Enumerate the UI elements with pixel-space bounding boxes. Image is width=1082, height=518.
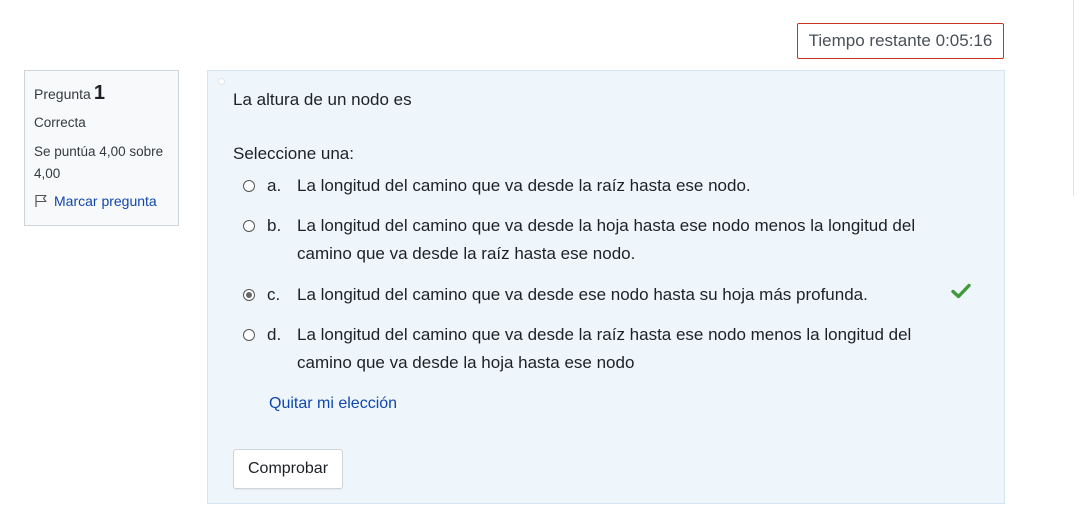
right-edge-divider [1073,0,1074,196]
question-grade: Se puntúa 4,00 sobre 4,00 [34,144,164,181]
answer-option-d[interactable]: d. La longitud del camino que va desde l… [243,321,947,377]
radio-d[interactable] [243,329,255,341]
quiz-timer: Tiempo restante 0:05:16 [797,23,1004,59]
clear-choice-link[interactable]: Quitar mi elección [269,395,397,413]
question-state: Correcta [34,115,86,130]
answer-letter: d. [267,325,282,344]
answer-text: La longitud del camino que va desde la h… [297,216,916,263]
flag-icon [35,194,47,207]
answer-text: La longitud del camino que va desde ese … [297,285,868,304]
flag-question-label: Marcar pregunta [54,193,157,209]
question-text: La altura de un nodo es [233,90,412,109]
radio-c-selected[interactable] [243,289,255,301]
answer-letter: b. [267,216,282,235]
answer-option-b[interactable]: b. La longitud del camino que va desde l… [243,212,947,268]
radio-a[interactable] [243,180,255,192]
answer-letter: c. [267,285,281,304]
check-icon [951,283,971,299]
radio-b[interactable] [243,220,255,232]
question-number-value: 1 [93,82,105,104]
answer-option-a[interactable]: a. La longitud del camino que va desde l… [243,172,947,200]
flag-question-link[interactable]: Marcar pregunta [34,193,169,209]
answer-prompt: Seleccione una: [233,144,354,163]
check-button[interactable]: Comprobar [233,449,344,489]
decorative-dot [218,78,225,85]
answer-option-c[interactable]: c. La longitud del camino que va desde e… [243,281,947,309]
question-number: Pregunta 1 [34,82,169,105]
answer-text: La longitud del camino que va desde la r… [297,325,912,372]
question-info-panel: Pregunta 1 Correcta Se puntúa 4,00 sobre … [24,70,179,226]
timer-label: Tiempo restante [808,31,931,50]
answer-letter: a. [267,176,282,195]
question-label: Pregunta [34,86,91,102]
question-content: La altura de un nodo es Seleccione una: … [207,70,1005,504]
timer-value: 0:05:16 [935,31,993,50]
answer-text: La longitud del camino que va desde la r… [297,176,751,195]
